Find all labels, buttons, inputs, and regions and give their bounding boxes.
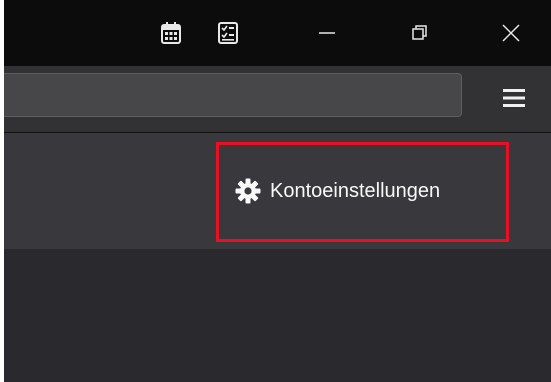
minimize-button[interactable] <box>304 0 350 66</box>
content-body <box>4 249 551 382</box>
account-settings-button[interactable]: Kontoeinstellungen <box>235 168 440 214</box>
menu-button[interactable] <box>496 80 532 116</box>
calendar-button[interactable] <box>150 0 192 66</box>
content-header: Kontoeinstellungen <box>4 133 551 249</box>
restore-button[interactable] <box>397 0 443 66</box>
tasks-button[interactable] <box>207 0 249 66</box>
account-settings-label: Kontoeinstellungen <box>270 179 441 202</box>
application-window: Kontoeinstellungen <box>4 0 551 382</box>
hamburger-menu-icon <box>503 89 525 107</box>
minimize-icon <box>319 32 335 34</box>
calendar-icon <box>161 22 181 44</box>
restore-icon <box>412 25 427 40</box>
title-bar <box>4 0 551 66</box>
close-button[interactable] <box>488 0 534 66</box>
toolbar <box>4 66 551 133</box>
address-bar[interactable] <box>4 73 462 117</box>
tasks-icon <box>218 22 238 44</box>
close-icon <box>502 24 520 42</box>
gear-icon <box>235 178 261 204</box>
